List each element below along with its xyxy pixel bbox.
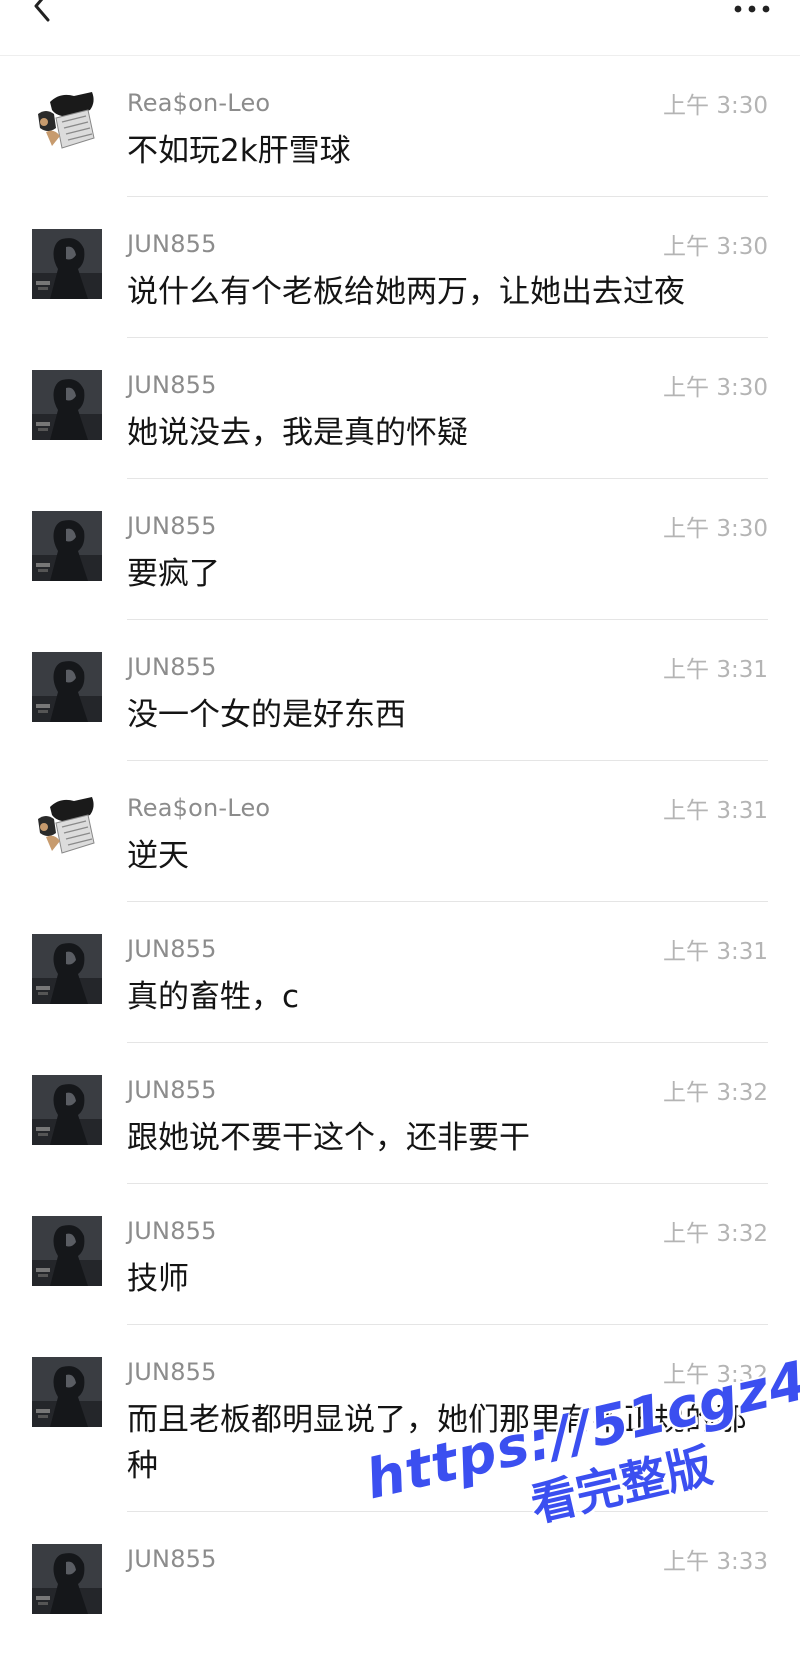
message-text: 没一个女的是好东西 (127, 697, 406, 733)
message-time: 上午 3:32 (663, 1221, 768, 1247)
message-text: 跟她说不要干这个，还非要干 (127, 1120, 530, 1156)
message-body: JUN855 上午 3:31 没一个女的是好东西 (127, 652, 768, 761)
back-button[interactable] (22, 0, 62, 26)
message-time: 上午 3:33 (663, 1549, 768, 1575)
message-text: 要疯了 (127, 556, 220, 592)
sender-name[interactable]: JUN855 (127, 1217, 217, 1245)
sender-name[interactable]: JUN855 (127, 371, 217, 399)
avatar-jun855[interactable] (32, 1544, 102, 1614)
message-text: 真的畜牲，c (127, 979, 300, 1015)
more-button[interactable] (722, 0, 782, 24)
message-body: JUN855 上午 3:30 要疯了 (127, 511, 768, 620)
message-time: 上午 3:32 (663, 1362, 768, 1388)
avatar-jun855[interactable] (32, 1075, 102, 1145)
message-item[interactable]: JUN855 上午 3:30 她说没去，我是真的怀疑 (0, 338, 800, 479)
message-time: 上午 3:31 (663, 939, 768, 965)
message-list[interactable]: Rea$on-Leo 上午 3:30 不如玩2k肝雪球 JUN855 上午 3:… (0, 56, 800, 1614)
message-item[interactable]: JUN855 上午 3:31 真的畜牲，c (0, 902, 800, 1043)
message-body: JUN855 上午 3:32 技师 (127, 1216, 768, 1325)
message-time: 上午 3:30 (663, 375, 768, 401)
message-time: 上午 3:31 (663, 798, 768, 824)
message-header: JUN855 上午 3:30 (127, 511, 768, 542)
message-header: Rea$on-Leo 上午 3:31 (127, 793, 768, 824)
avatar-jun855[interactable] (32, 511, 102, 581)
avatar-jun855[interactable] (32, 229, 102, 299)
message-body: Rea$on-Leo 上午 3:31 逆天 (127, 793, 768, 902)
message-item[interactable]: JUN855 上午 3:33 (0, 1512, 800, 1614)
message-header: JUN855 上午 3:31 (127, 934, 768, 965)
message-header: Rea$on-Leo 上午 3:30 (127, 88, 768, 119)
message-time: 上午 3:30 (663, 516, 768, 542)
message-item[interactable]: JUN855 上午 3:32 技师 (0, 1184, 800, 1325)
message-time: 上午 3:31 (663, 657, 768, 683)
sender-name[interactable]: JUN855 (127, 512, 217, 540)
message-header: JUN855 上午 3:32 (127, 1357, 768, 1388)
message-item[interactable]: Rea$on-Leo 上午 3:30 不如玩2k肝雪球 (0, 56, 800, 197)
more-horizontal-icon (734, 5, 770, 13)
message-item[interactable]: JUN855 上午 3:31 没一个女的是好东西 (0, 620, 800, 761)
message-text: 技师 (127, 1261, 189, 1297)
avatar-jun855[interactable] (32, 1357, 102, 1427)
message-text: 而且老板都明显说了，她们那里有不正规的那种 (127, 1402, 747, 1484)
message-item[interactable]: Rea$on-Leo 上午 3:31 逆天 (0, 761, 800, 902)
sender-name[interactable]: JUN855 (127, 935, 217, 963)
avatar-reason-leo[interactable] (32, 793, 102, 863)
message-time: 上午 3:30 (663, 93, 768, 119)
message-time: 上午 3:30 (663, 234, 768, 260)
message-header: JUN855 上午 3:32 (127, 1075, 768, 1106)
message-text: 她说没去，我是真的怀疑 (127, 415, 468, 451)
sender-name[interactable]: JUN855 (127, 1076, 217, 1104)
message-header: JUN855 上午 3:31 (127, 652, 768, 683)
message-body: JUN855 上午 3:30 说什么有个老板给她两万，让她出去过夜 (127, 229, 768, 338)
avatar-jun855[interactable] (32, 934, 102, 1004)
message-text: 逆天 (127, 838, 189, 874)
message-time: 上午 3:32 (663, 1080, 768, 1106)
avatar-jun855[interactable] (32, 1216, 102, 1286)
sender-name[interactable]: Rea$on-Leo (127, 794, 270, 822)
sender-name[interactable]: JUN855 (127, 230, 217, 258)
avatar-reason-leo[interactable] (32, 88, 102, 158)
message-body: Rea$on-Leo 上午 3:30 不如玩2k肝雪球 (127, 88, 768, 197)
chevron-left-icon (34, 0, 50, 22)
message-text: 说什么有个老板给她两万，让她出去过夜 (127, 274, 685, 310)
message-body: JUN855 上午 3:31 真的畜牲，c (127, 934, 768, 1043)
message-body: JUN855 上午 3:33 (127, 1544, 768, 1606)
message-body: JUN855 上午 3:32 跟她说不要干这个，还非要干 (127, 1075, 768, 1184)
message-header: JUN855 上午 3:30 (127, 370, 768, 401)
message-item[interactable]: JUN855 上午 3:30 说什么有个老板给她两万，让她出去过夜 (0, 197, 800, 338)
sender-name[interactable]: JUN855 (127, 1358, 217, 1386)
sender-name[interactable]: Rea$on-Leo (127, 89, 270, 117)
avatar-jun855[interactable] (32, 652, 102, 722)
sender-name[interactable]: JUN855 (127, 653, 217, 681)
sender-name[interactable]: JUN855 (127, 1545, 217, 1573)
message-body: JUN855 上午 3:30 她说没去，我是真的怀疑 (127, 370, 768, 479)
top-bar (0, 0, 800, 56)
message-item[interactable]: JUN855 上午 3:32 而且老板都明显说了，她们那里有不正规的那种 (0, 1325, 800, 1512)
message-text: 不如玩2k肝雪球 (127, 133, 351, 169)
message-header: JUN855 上午 3:32 (127, 1216, 768, 1247)
message-header: JUN855 上午 3:33 (127, 1544, 768, 1575)
message-item[interactable]: JUN855 上午 3:30 要疯了 (0, 479, 800, 620)
message-item[interactable]: JUN855 上午 3:32 跟她说不要干这个，还非要干 (0, 1043, 800, 1184)
chat-screen: Rea$on-Leo 上午 3:30 不如玩2k肝雪球 JUN855 上午 3:… (0, 0, 800, 1660)
message-body: JUN855 上午 3:32 而且老板都明显说了，她们那里有不正规的那种 (127, 1357, 768, 1512)
avatar-jun855[interactable] (32, 370, 102, 440)
message-header: JUN855 上午 3:30 (127, 229, 768, 260)
